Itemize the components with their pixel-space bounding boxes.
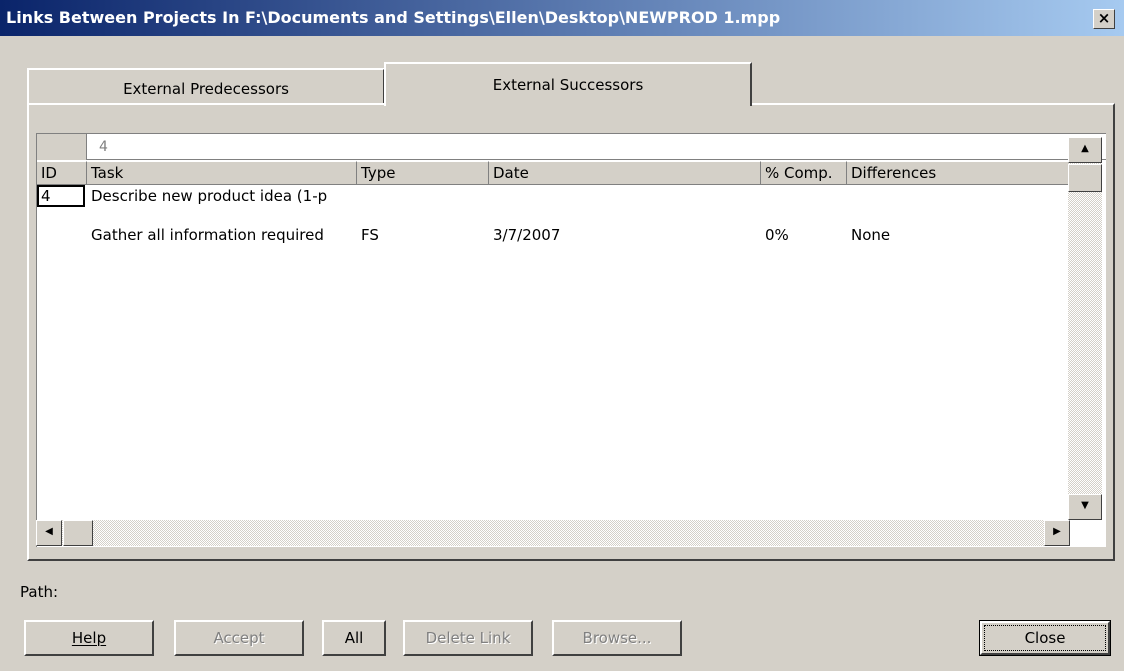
vertical-scrollbar[interactable]: ▲ ▼ xyxy=(1068,137,1102,546)
delete-link-button[interactable]: Delete Link xyxy=(403,620,533,656)
delete-link-button-label: Delete Link xyxy=(425,629,511,647)
browse-button-label: Browse... xyxy=(582,629,652,647)
cell-task[interactable]: Gather all information required xyxy=(87,224,357,246)
help-button-label: Help xyxy=(71,629,107,647)
column-header-type[interactable]: Type xyxy=(357,161,489,185)
cell-type[interactable]: FS xyxy=(357,224,489,246)
cell-comp[interactable]: 0% xyxy=(761,224,847,246)
accept-button[interactable]: Accept xyxy=(174,620,304,656)
scroll-up-icon[interactable]: ▲ xyxy=(1068,137,1102,163)
column-header-task[interactable]: Task xyxy=(87,161,357,185)
grid-corner xyxy=(37,134,87,160)
path-label: Path: xyxy=(20,583,59,601)
vertical-scroll-thumb[interactable] xyxy=(1068,164,1102,192)
horizontal-scroll-track[interactable] xyxy=(62,520,1044,546)
vertical-scroll-track[interactable] xyxy=(1068,163,1102,494)
all-button-label: All xyxy=(344,629,364,647)
grid-entry-bar[interactable]: 4 xyxy=(87,134,1106,160)
scroll-down-icon[interactable]: ▼ xyxy=(1068,494,1102,520)
cell-differences[interactable]: None xyxy=(847,224,1071,246)
cell-task[interactable]: Describe new product idea (1-p xyxy=(87,185,357,207)
column-header-date[interactable]: Date xyxy=(489,161,761,185)
tab-external-successors[interactable]: External Successors xyxy=(384,62,752,106)
close-window-icon[interactable]: × xyxy=(1093,9,1115,29)
cell-id[interactable]: 4 xyxy=(37,185,85,207)
tab-external-predecessors[interactable]: External Predecessors xyxy=(27,68,385,104)
close-button[interactable]: Close xyxy=(979,620,1111,656)
scroll-right-icon[interactable]: ▶ xyxy=(1044,520,1070,546)
horizontal-scrollbar[interactable]: ◀ ▶ xyxy=(36,520,1070,546)
browse-button[interactable]: Browse... xyxy=(552,620,682,656)
window-title: Links Between Projects In F:\Documents a… xyxy=(6,8,781,27)
close-button-label: Close xyxy=(984,625,1106,651)
all-button[interactable]: All xyxy=(322,620,386,656)
column-header-differences[interactable]: Differences xyxy=(847,161,1071,185)
scroll-left-icon[interactable]: ◀ xyxy=(36,520,62,546)
links-table[interactable]: 4 ID Task Type Date % Comp. Differences … xyxy=(36,133,1106,547)
column-header-id[interactable]: ID xyxy=(37,161,87,185)
horizontal-scroll-thumb[interactable] xyxy=(63,520,93,546)
help-button[interactable]: Help xyxy=(24,620,154,656)
column-header-comp[interactable]: % Comp. xyxy=(761,161,847,185)
accept-button-label: Accept xyxy=(213,629,265,647)
cell-date[interactable]: 3/7/2007 xyxy=(489,224,761,246)
title-bar: Links Between Projects In F:\Documents a… xyxy=(0,0,1124,36)
